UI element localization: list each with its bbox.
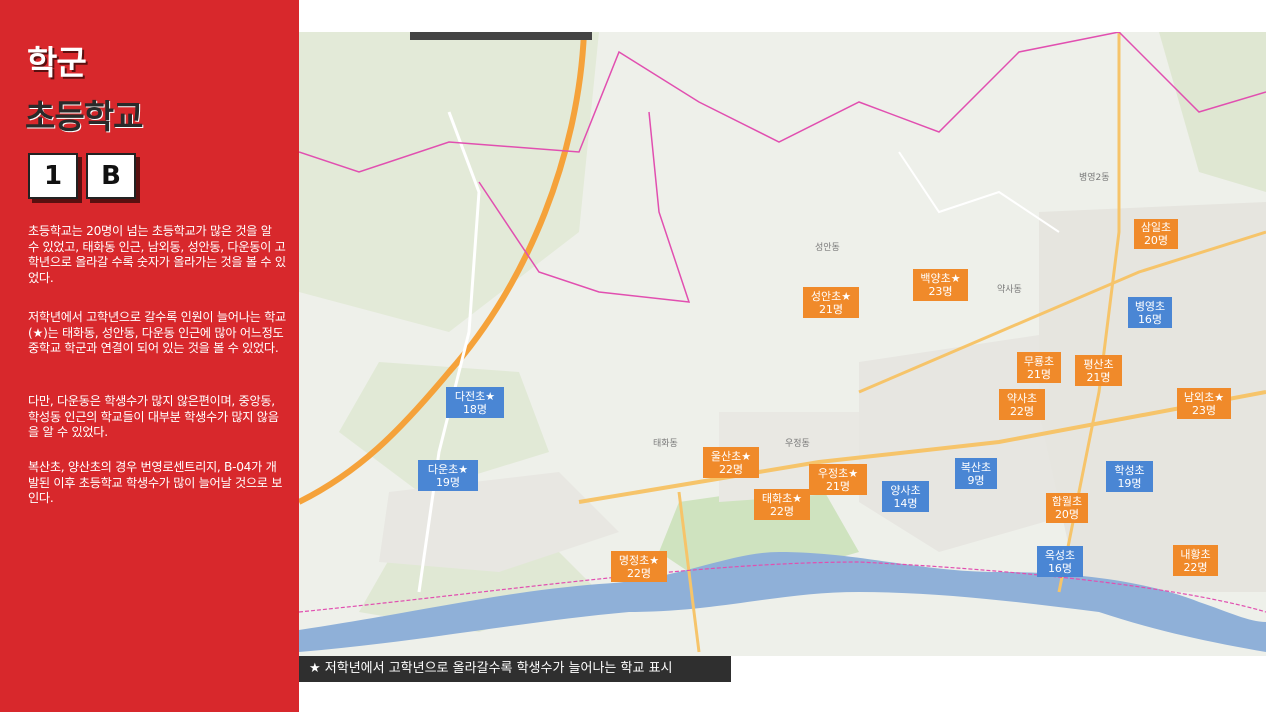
place-name: 태화동 xyxy=(653,439,678,449)
school-label[interactable]: 양사초 14명 xyxy=(882,481,929,512)
school-label[interactable]: 다전초★ 18명 xyxy=(446,387,504,418)
title-line1: 학군 xyxy=(27,43,87,82)
title-line2: 초등학교 xyxy=(25,97,143,136)
school-label[interactable]: 함월초 20명 xyxy=(1046,493,1088,523)
school-label[interactable]: 내황초 22명 xyxy=(1173,545,1218,576)
school-label[interactable]: 병영초 16명 xyxy=(1128,297,1172,328)
school-label[interactable]: 삼일초 20명 xyxy=(1134,219,1178,249)
school-label[interactable]: 평산초 21명 xyxy=(1075,355,1122,386)
school-label[interactable]: 백양초★ 23명 xyxy=(913,269,968,301)
box-letter: B xyxy=(86,153,136,199)
place-name: 성안동 xyxy=(815,243,840,253)
paragraph-3: 다만, 다운동은 학생수가 많지 않은편이며, 중앙동, 학성동 인근의 학교들… xyxy=(28,394,279,440)
paragraph-4: 복산초, 양산초의 경우 번영로센트리지, B-04가 개발된 이후 초등학교 … xyxy=(28,460,283,506)
paragraph-1: 초등학교는 20명이 넘는 초등학교가 많은 것을 알 수 있었고, 태화동 인… xyxy=(28,224,286,285)
school-label[interactable]: 학성초 19명 xyxy=(1106,461,1153,492)
school-label[interactable]: 남외초★ 23명 xyxy=(1177,388,1231,419)
place-name: 병영2동 xyxy=(1079,173,1110,183)
district-map[interactable]: 성안동 약사동 병영2동 우정동 태화동 삼일초 20명 백양초★ 23명 성안초★… xyxy=(299,32,1266,656)
school-label[interactable]: 약사초 22명 xyxy=(999,389,1045,420)
school-label[interactable]: 무룡초 21명 xyxy=(1017,352,1061,383)
school-label[interactable]: 다운초★ 19명 xyxy=(418,460,478,491)
box-number: 1 xyxy=(28,153,78,199)
school-label[interactable]: 옥성초 16명 xyxy=(1037,546,1083,577)
school-label[interactable]: 명정초★ 22명 xyxy=(611,551,667,582)
paragraph-2: 저학년에서 고학년으로 갈수록 인원이 늘어나는 학교(★)는 태화동, 성안동… xyxy=(28,310,286,356)
school-label[interactable]: 성안초★ 21명 xyxy=(803,287,859,318)
map-top-bar xyxy=(410,32,592,40)
school-label[interactable]: 우정초★ 21명 xyxy=(809,464,867,495)
place-name: 우정동 xyxy=(785,439,810,449)
info-panel: 학군 초등학교 1 B 초등학교는 20명이 넘는 초등학교가 많은 것을 알 … xyxy=(0,0,299,712)
school-label[interactable]: 태화초★ 22명 xyxy=(754,489,810,520)
school-label[interactable]: 울산초★ 22명 xyxy=(703,447,759,478)
place-name: 약사동 xyxy=(997,285,1022,295)
map-legend: ★ 저학년에서 고학년으로 올라갈수록 학생수가 늘어나는 학교 표시 xyxy=(299,656,731,682)
school-label[interactable]: 복산초 9명 xyxy=(955,458,997,489)
map-base xyxy=(299,32,1266,653)
